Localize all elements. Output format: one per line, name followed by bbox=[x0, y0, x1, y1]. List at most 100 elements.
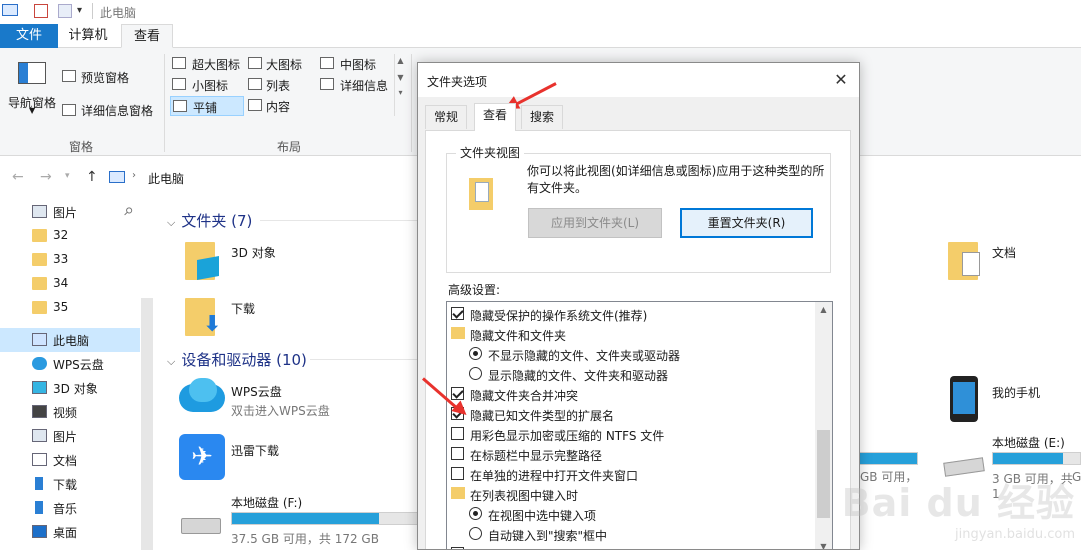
option-radio[interactable] bbox=[469, 347, 482, 360]
sidebar-item[interactable]: 视频 bbox=[0, 400, 140, 424]
device-my-phone[interactable]: 我的手机 bbox=[940, 374, 1080, 426]
layout-content[interactable]: 内容 bbox=[246, 96, 318, 116]
option-label: 隐藏受保护的操作系统文件(推荐) bbox=[470, 309, 648, 323]
folder-downloads[interactable]: ⬇ 下载 bbox=[175, 292, 415, 344]
device-wps-cloud[interactable]: WPS云盘 双击进入WPS云盘 bbox=[175, 376, 415, 428]
details-pane-button[interactable]: 详细信息窗格 bbox=[81, 102, 153, 119]
chevron-down-icon[interactable]: ▼ bbox=[815, 542, 832, 549]
layout-label: 内容 bbox=[266, 100, 291, 114]
preview-pane-button[interactable]: 预览窗格 bbox=[81, 69, 129, 86]
folders-section-header[interactable]: ⌵ 文件夹 (7) bbox=[167, 210, 252, 231]
tab-search[interactable]: 搜索 bbox=[521, 105, 564, 129]
device-thunder-download[interactable]: ✈ 迅雷下载 bbox=[175, 432, 415, 484]
layout-details[interactable]: 详细信息 bbox=[318, 75, 394, 95]
chevron-down-icon: ⌵ bbox=[167, 216, 176, 229]
drive-name: 本地磁盘 (E:) bbox=[992, 436, 1065, 450]
option-checkbox[interactable] bbox=[451, 447, 464, 460]
layout-small-icons[interactable]: 小图标 bbox=[170, 75, 246, 95]
chevron-down-icon[interactable]: ▾ bbox=[65, 171, 70, 181]
sidebar-item[interactable]: 34 bbox=[0, 272, 140, 296]
drive-free-space: 37.5 GB 可用，共 172 GB bbox=[231, 532, 379, 546]
advanced-option[interactable]: 显示隐藏的文件、文件夹和驱动器 bbox=[447, 364, 817, 384]
devices-header-text: 设备和驱动器 (10) bbox=[181, 351, 307, 369]
device-name: 我的手机 bbox=[992, 386, 1041, 400]
navigation-pane: ⚲ 图片 32 33 34 35 此电脑 WPS云盘 3D 对象 视频 图片 文档 下载 音乐 桌面 bbox=[0, 196, 155, 550]
option-radio[interactable] bbox=[469, 367, 482, 380]
download-icon bbox=[35, 477, 43, 490]
sidebar-item[interactable]: 此电脑 bbox=[0, 328, 140, 352]
sidebar-item[interactable]: 35 bbox=[0, 296, 140, 320]
new-folder-icon[interactable] bbox=[58, 4, 72, 18]
sidebar-item[interactable]: 图片 bbox=[0, 424, 140, 448]
sidebar-item[interactable]: 文档 bbox=[0, 448, 140, 472]
folder-views-legend: 文件夹视图 bbox=[456, 144, 525, 161]
close-icon[interactable]: ✕ bbox=[829, 68, 853, 92]
folder-3d-objects[interactable]: 3D 对象 bbox=[175, 236, 415, 288]
drive-f[interactable]: 本地磁盘 (F:) 37.5 GB 可用，共 172 GB bbox=[175, 490, 421, 550]
sidebar-item[interactable]: 33 bbox=[0, 248, 140, 272]
advanced-settings-scrollbar[interactable]: ▲ ▼ bbox=[815, 302, 832, 549]
tab-computer[interactable]: 计算机 bbox=[60, 24, 116, 48]
tab-view[interactable]: 查看 bbox=[474, 103, 517, 131]
advanced-option[interactable]: 在视图中选中键入项 bbox=[447, 504, 817, 524]
advanced-option[interactable]: 在标题栏中显示完整路径 bbox=[447, 444, 817, 464]
drive-usage-bar bbox=[231, 512, 421, 525]
expand-gallery-icon: ▾ bbox=[398, 88, 403, 97]
tab-general[interactable]: 常规 bbox=[425, 105, 468, 129]
nav-scrollbar[interactable] bbox=[141, 298, 153, 550]
option-radio[interactable] bbox=[469, 507, 482, 520]
chevron-up-icon[interactable]: ▲ bbox=[815, 305, 832, 314]
sidebar-item-label: 音乐 bbox=[53, 502, 78, 516]
layout-tiles[interactable]: 平铺 bbox=[170, 96, 244, 116]
cube-icon bbox=[32, 381, 47, 394]
apply-to-folders-button[interactable]: 应用到文件夹(L) bbox=[528, 208, 662, 238]
advanced-option[interactable]: 用彩色显示加密或压缩的 NTFS 文件 bbox=[447, 424, 817, 444]
advanced-option[interactable]: 不显示隐藏的文件、文件夹或驱动器 bbox=[447, 344, 817, 364]
sidebar-item-label: 桌面 bbox=[53, 526, 78, 540]
folder-documents[interactable]: 文档 bbox=[940, 236, 1070, 288]
option-checkbox[interactable] bbox=[451, 467, 464, 480]
large-icons-icon bbox=[248, 57, 262, 69]
tab-file[interactable]: 文件 bbox=[0, 24, 58, 48]
option-checkbox[interactable] bbox=[451, 427, 464, 440]
address-field[interactable]: › 此电脑 bbox=[104, 166, 424, 190]
quick-access-dropdown-icon[interactable]: ▾ bbox=[77, 5, 82, 16]
option-radio[interactable] bbox=[469, 527, 482, 540]
sidebar-item[interactable]: 音乐 bbox=[0, 496, 140, 520]
advanced-option[interactable]: 自动键入到"搜索"框中 bbox=[447, 524, 817, 544]
advanced-option[interactable]: 隐藏已知文件类型的扩展名 bbox=[447, 404, 817, 424]
breadcrumb-this-pc[interactable]: 此电脑 bbox=[148, 170, 184, 187]
advanced-option[interactable]: 隐藏文件夹合并冲突 bbox=[447, 384, 817, 404]
tab-view[interactable]: 查看 bbox=[121, 24, 173, 48]
dialog-title: 文件夹选项 bbox=[427, 75, 488, 89]
sidebar-item[interactable]: 下载 bbox=[0, 472, 140, 496]
forward-arrow-icon[interactable]: → bbox=[40, 169, 52, 185]
layout-list[interactable]: 列表 bbox=[246, 75, 318, 95]
properties-icon[interactable] bbox=[34, 4, 48, 18]
gallery-scrollbar[interactable]: ▲ ▼ ▾ bbox=[394, 54, 406, 116]
option-checkbox[interactable] bbox=[451, 307, 464, 320]
layout-medium-icons[interactable]: 中图标 bbox=[318, 54, 394, 74]
back-arrow-icon[interactable]: ← bbox=[12, 169, 24, 185]
details-icon bbox=[320, 78, 334, 90]
layout-extra-large-icons[interactable]: 超大图标 bbox=[170, 54, 246, 74]
scrollbar-thumb[interactable] bbox=[817, 430, 830, 518]
reset-folders-button[interactable]: 重置文件夹(R) bbox=[680, 208, 813, 238]
layout-large-icons[interactable]: 大图标 bbox=[246, 54, 318, 74]
sidebar-item[interactable]: 32 bbox=[0, 224, 140, 248]
sidebar-item-label: 图片 bbox=[53, 206, 78, 220]
video-icon bbox=[32, 405, 47, 418]
advanced-option: 在列表视图中键入时 bbox=[447, 484, 817, 504]
option-checkbox[interactable] bbox=[451, 387, 464, 400]
sidebar-item[interactable]: 桌面 bbox=[0, 520, 140, 544]
advanced-option[interactable]: 隐藏受保护的操作系统文件(推荐) bbox=[447, 304, 817, 324]
sidebar-item[interactable]: 图片 bbox=[0, 200, 140, 224]
sidebar-item[interactable]: WPS云盘 bbox=[0, 352, 140, 376]
advanced-option[interactable]: 在单独的进程中打开文件夹窗口 bbox=[447, 464, 817, 484]
devices-section-header[interactable]: ⌵ 设备和驱动器 (10) bbox=[167, 349, 307, 370]
up-arrow-icon[interactable]: ↑ bbox=[86, 169, 98, 185]
sidebar-item[interactable]: 3D 对象 bbox=[0, 376, 140, 400]
sidebar-item-label: 文档 bbox=[53, 454, 78, 468]
advanced-option[interactable]: 在缩略图上显示文件图标 bbox=[447, 544, 817, 549]
option-label: 显示隐藏的文件、文件夹和驱动器 bbox=[488, 369, 669, 383]
